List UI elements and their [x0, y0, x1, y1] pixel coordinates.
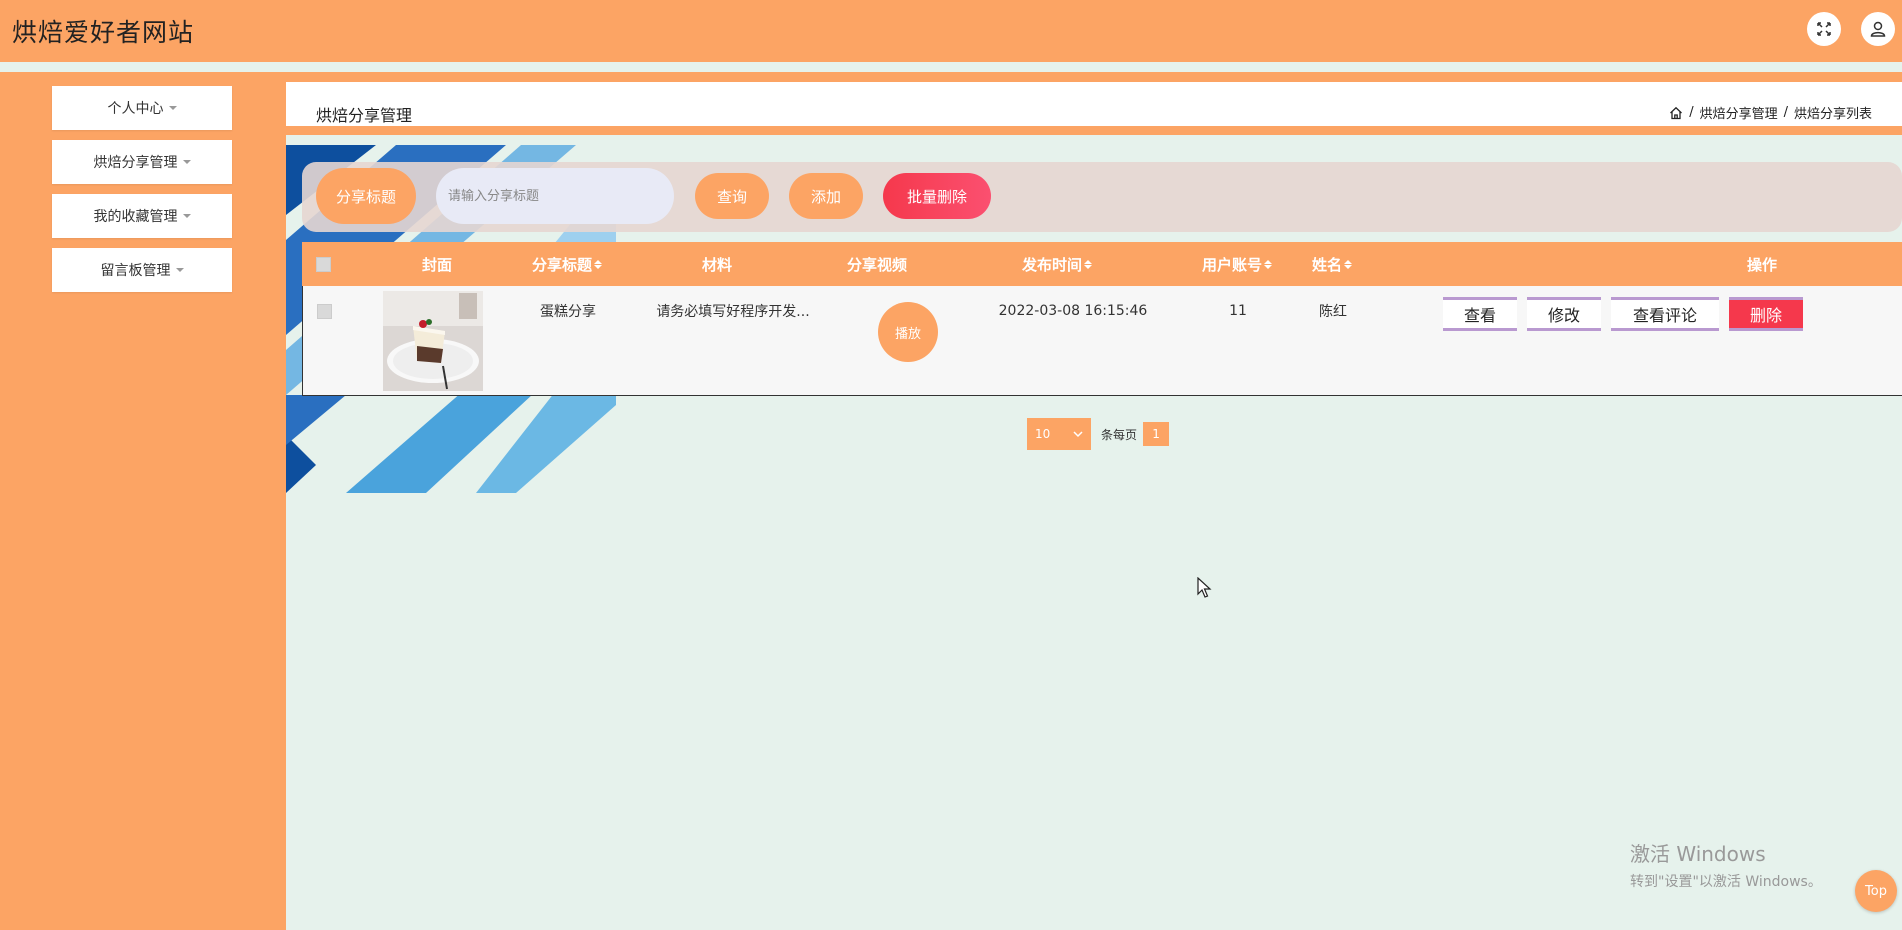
search-label: 分享标题 [316, 168, 416, 224]
column-cover: 封面 [382, 242, 492, 286]
row-publish-time: 2022-03-08 16:15:46 [998, 303, 1148, 319]
select-all-cell [302, 242, 344, 286]
page-size-select[interactable]: 10 [1027, 418, 1091, 450]
sort-icon [1084, 259, 1092, 269]
select-all-checkbox[interactable] [315, 256, 331, 272]
column-material: 材料 [662, 242, 772, 286]
expand-icon [1817, 22, 1831, 36]
column-label: 发布时间 [1021, 255, 1082, 274]
sort-icon [1344, 259, 1352, 269]
page-header: 烘焙分享管理 / 烘焙分享管理 / 烘焙分享列表 [286, 82, 1902, 126]
breadcrumb-item[interactable]: 烘焙分享管理 [1700, 103, 1778, 122]
row-material: 请务必填写好程序开发... [656, 304, 810, 320]
add-button[interactable]: 添加 [789, 173, 863, 219]
mouse-cursor-icon [1197, 577, 1212, 598]
sidebar-item-personal-center[interactable]: 个人中心 [52, 86, 232, 130]
watermark-subtitle: 转到"设置"以激活 Windows。 [1630, 874, 1822, 890]
windows-activation-watermark: 激活 Windows 转到"设置"以激活 Windows。 [1630, 838, 1822, 891]
top-divider [0, 62, 1902, 72]
column-label: 分享视频 [846, 255, 907, 274]
view-comments-button[interactable]: 查看评论 [1611, 297, 1719, 331]
edit-button[interactable]: 修改 [1527, 297, 1601, 331]
row-name: 陈红 [1319, 304, 1347, 320]
column-label: 姓名 [1311, 255, 1342, 274]
view-button[interactable]: 查看 [1443, 297, 1517, 331]
back-to-top-button[interactable]: Top [1855, 870, 1897, 912]
row-checkbox[interactable] [316, 303, 332, 319]
column-label: 操作 [1746, 255, 1777, 274]
column-label: 分享标题 [531, 255, 592, 274]
column-name[interactable]: 姓名 [1292, 242, 1372, 286]
sidebar-item-label: 个人中心 [107, 101, 164, 117]
sort-icon [594, 259, 602, 269]
delete-button[interactable]: 删除 [1729, 297, 1803, 331]
play-video-button[interactable]: 播放 [878, 302, 938, 362]
sidebar-item-label: 我的收藏管理 [93, 209, 178, 225]
table-header: 封面 分享标题 材料 分享视频 发布时间 用户账号 姓名 操作 [302, 242, 1902, 286]
page-size-value: 10 [1035, 427, 1051, 441]
sidebar-item-label: 留言板管理 [100, 263, 171, 279]
caret-down-icon [182, 214, 191, 218]
page-header-accent [286, 126, 1902, 135]
search-input[interactable] [436, 168, 674, 224]
pagination: 10 条每页 1 [1027, 418, 1170, 450]
top-navbar: 烘焙爱好者网站 [0, 0, 1902, 62]
sidebar-item-baking-share[interactable]: 烘焙分享管理 [52, 140, 232, 184]
column-label: 用户账号 [1201, 255, 1262, 274]
breadcrumb-item: 烘焙分享列表 [1793, 107, 1872, 122]
cover-image [383, 291, 483, 391]
user-icon [1870, 21, 1886, 37]
per-page-label: 条每页 [1101, 427, 1138, 442]
column-label: 材料 [701, 255, 732, 274]
batch-delete-button[interactable]: 批量删除 [883, 173, 991, 219]
column-actions: 操作 [1712, 242, 1812, 286]
caret-down-icon [175, 268, 184, 272]
sidebar-item-message-board[interactable]: 留言板管理 [52, 248, 232, 292]
site-title: 烘焙爱好者网站 [12, 18, 195, 47]
row-select-cell [303, 286, 345, 336]
sidebar-item-favorites[interactable]: 我的收藏管理 [52, 194, 232, 238]
row-account: 11 [1229, 303, 1247, 319]
column-publish-time[interactable]: 发布时间 [1002, 242, 1112, 286]
query-button[interactable]: 查询 [695, 173, 769, 219]
column-title[interactable]: 分享标题 [512, 242, 622, 286]
column-label: 封面 [421, 255, 452, 274]
breadcrumb-separator: / [1783, 105, 1788, 120]
home-icon[interactable] [1669, 106, 1683, 120]
breadcrumb-separator: / [1689, 105, 1694, 120]
page-title: 烘焙分享管理 [316, 106, 413, 125]
page-number-current[interactable]: 1 [1143, 422, 1170, 446]
watermark-title: 激活 Windows [1630, 842, 1766, 866]
column-account[interactable]: 用户账号 [1182, 242, 1292, 286]
caret-down-icon [182, 160, 191, 164]
breadcrumb: / 烘焙分享管理 / 烘焙分享列表 [1669, 103, 1872, 122]
sidebar-item-label: 烘焙分享管理 [93, 155, 178, 171]
sort-icon [1264, 259, 1272, 269]
row-title: 蛋糕分享 [540, 304, 596, 320]
chevron-down-icon [1073, 431, 1083, 438]
caret-down-icon [168, 106, 177, 110]
fullscreen-button[interactable] [1807, 12, 1841, 46]
user-button[interactable] [1861, 12, 1895, 46]
column-video: 分享视频 [822, 242, 932, 286]
